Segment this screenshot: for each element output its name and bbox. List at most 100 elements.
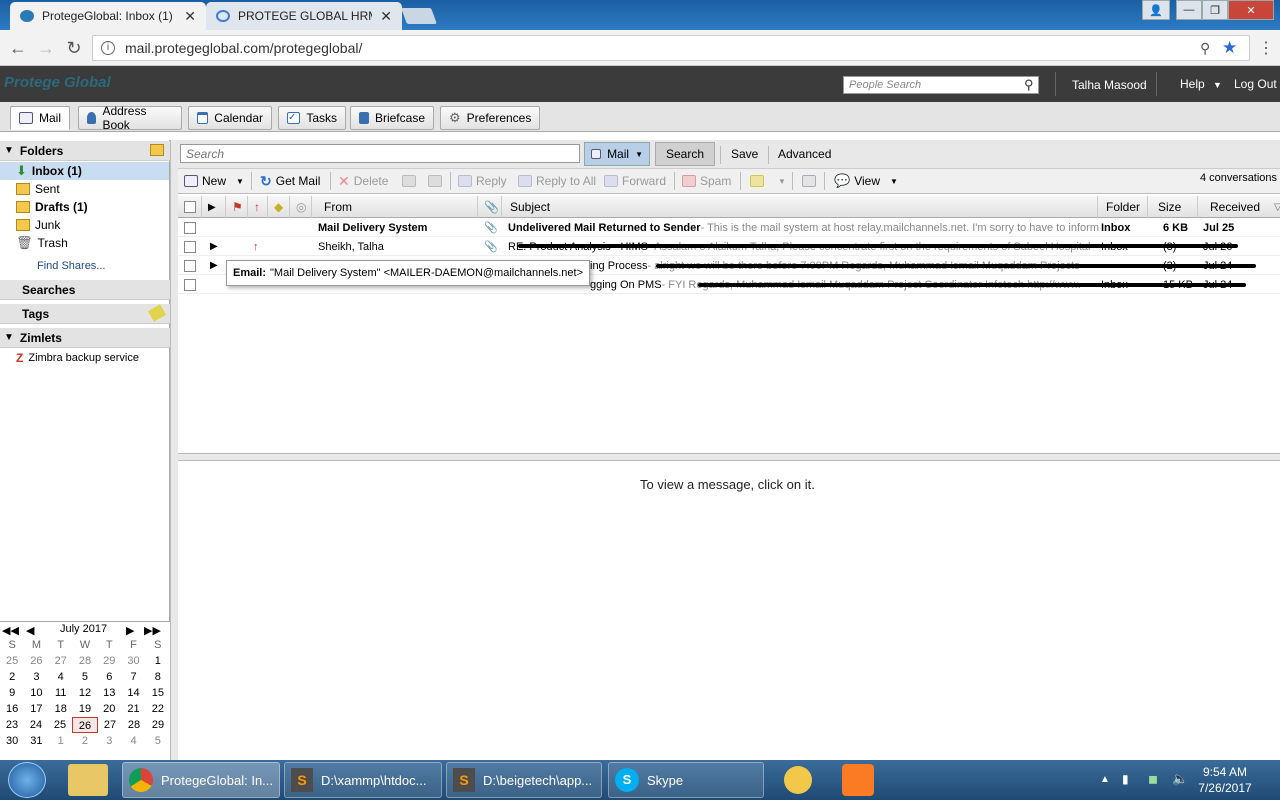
calendar-day[interactable]: 19 bbox=[73, 701, 97, 717]
row-checkbox[interactable] bbox=[184, 259, 196, 272]
calendar-day[interactable]: 3 bbox=[24, 669, 48, 685]
tags-header[interactable]: Tags bbox=[0, 304, 170, 324]
calendar-day[interactable]: 13 bbox=[97, 685, 121, 701]
calendar-day[interactable]: 31 bbox=[24, 733, 48, 749]
expand-triangle-icon[interactable]: ▶ bbox=[210, 237, 222, 256]
new-tag-icon[interactable] bbox=[147, 304, 167, 322]
folder-inbox[interactable]: ⬇ Inbox (1) bbox=[0, 162, 169, 180]
folder-sent[interactable]: Sent bbox=[0, 180, 169, 198]
taskbar-item-chrome[interactable]: ProtegeGlobal: In... bbox=[122, 762, 280, 798]
expand-triangle-icon[interactable]: ▶ bbox=[210, 256, 222, 275]
calendar-day[interactable]: 1 bbox=[49, 733, 73, 749]
collapse-triangle-icon[interactable]: ▼ bbox=[4, 145, 14, 156]
calendar-day[interactable]: 6 bbox=[97, 669, 121, 685]
folder-column-header[interactable]: Folder bbox=[1098, 196, 1148, 218]
taskbar-item-skype[interactable]: S Skype bbox=[608, 762, 764, 798]
bookmark-star-icon[interactable]: ★ bbox=[1222, 38, 1237, 58]
network-icon[interactable]: ◼ bbox=[1148, 772, 1158, 786]
searches-header[interactable]: Searches bbox=[0, 280, 170, 300]
tab-mail[interactable]: Mail bbox=[10, 106, 70, 130]
calendar-day[interactable]: 25 bbox=[0, 653, 24, 669]
calendar-day[interactable]: 29 bbox=[97, 653, 121, 669]
calendar-day[interactable]: 2 bbox=[0, 669, 24, 685]
received-column-header[interactable]: Received ▽ bbox=[1198, 196, 1280, 218]
status-column[interactable]: ◎ bbox=[290, 196, 312, 218]
reload-icon[interactable]: ↻ bbox=[62, 36, 86, 60]
calendar-day[interactable]: 28 bbox=[122, 717, 146, 733]
pane-splitter[interactable] bbox=[170, 140, 178, 760]
calendar-day[interactable]: 26 bbox=[72, 717, 98, 733]
expand-column[interactable]: ▶ bbox=[202, 196, 226, 218]
start-button[interactable] bbox=[8, 762, 46, 798]
find-shares-link[interactable]: Find Shares... bbox=[37, 260, 105, 272]
calendar-day[interactable]: 29 bbox=[146, 717, 170, 733]
flag-column[interactable]: ⚑ bbox=[226, 196, 248, 218]
row-checkbox-cell[interactable] bbox=[184, 218, 200, 237]
address-bar[interactable]: i mail.protegeglobal.com/protegeglobal/ bbox=[92, 35, 1250, 61]
search-input[interactable] bbox=[180, 144, 580, 163]
tag-column[interactable]: ◆ bbox=[268, 196, 290, 218]
tab-briefcase[interactable]: Briefcase bbox=[350, 106, 434, 130]
help-menu[interactable]: Help bbox=[1180, 77, 1205, 91]
folder-trash[interactable]: 🗑 Trash bbox=[0, 234, 169, 252]
delete-button[interactable]: ✕ Delete bbox=[334, 171, 392, 191]
prev-year-icon[interactable]: ◀◀ bbox=[2, 624, 19, 637]
folder-junk[interactable]: Junk bbox=[0, 216, 169, 234]
taskbar-item-sublime-1[interactable]: S D:\xammp\htdoc... bbox=[284, 762, 442, 798]
row-checkbox[interactable] bbox=[184, 221, 196, 234]
forward-arrow-icon[interactable]: → bbox=[34, 36, 58, 60]
chevron-down-icon[interactable]: ▼ bbox=[236, 177, 244, 186]
get-mail-button[interactable]: ↻ Get Mail bbox=[256, 171, 324, 191]
file-explorer-icon[interactable] bbox=[68, 764, 108, 796]
calendar-day[interactable]: 26 bbox=[24, 653, 48, 669]
volume-icon[interactable]: 🔈 bbox=[1172, 771, 1188, 787]
subject-column-header[interactable]: Subject bbox=[502, 196, 1098, 218]
next-month-icon[interactable]: ▶ bbox=[126, 624, 134, 637]
save-search-button[interactable]: Save bbox=[725, 142, 764, 166]
close-icon[interactable]: ✕ bbox=[380, 8, 392, 25]
detach-button[interactable] bbox=[798, 171, 820, 191]
print-button[interactable] bbox=[424, 171, 446, 191]
new-button[interactable]: New ▼ bbox=[180, 171, 248, 191]
table-row[interactable]: Mail Delivery System 📎 Undelivered Mail … bbox=[178, 218, 1280, 237]
spam-button[interactable]: Spam bbox=[678, 171, 735, 191]
attachment-column[interactable]: 📎 bbox=[478, 196, 502, 218]
calendar-day[interactable]: 25 bbox=[48, 717, 72, 733]
tab-calendar[interactable]: Calendar bbox=[188, 106, 272, 130]
calendar-day[interactable]: 30 bbox=[121, 653, 145, 669]
calendar-day[interactable]: 5 bbox=[146, 733, 170, 749]
calendar-day[interactable]: 27 bbox=[49, 653, 73, 669]
row-checkbox[interactable] bbox=[184, 278, 196, 291]
calendar-day[interactable]: 22 bbox=[146, 701, 170, 717]
forward-button[interactable]: Forward bbox=[600, 171, 670, 191]
tab-address-book[interactable]: Address Book bbox=[78, 104, 182, 132]
calendar-day[interactable]: 23 bbox=[0, 717, 24, 733]
reading-pane-splitter[interactable] bbox=[178, 453, 1280, 461]
calendar-day[interactable]: 12 bbox=[73, 685, 97, 701]
advanced-search-button[interactable]: Advanced bbox=[772, 142, 837, 166]
folders-header[interactable]: ▼ Folders bbox=[0, 141, 170, 161]
calendar-day[interactable]: 20 bbox=[97, 701, 121, 717]
calendar-day[interactable]: 11 bbox=[49, 685, 73, 701]
calendar-month-title[interactable]: July 2017 bbox=[60, 623, 107, 635]
signal-icon[interactable]: ▮ bbox=[1122, 772, 1129, 786]
tab-tasks[interactable]: ✓ Tasks bbox=[278, 106, 346, 130]
zimlet-backup[interactable]: Z Zimbra backup service bbox=[0, 349, 169, 367]
calendar-day[interactable]: 7 bbox=[121, 669, 145, 685]
menu-icon[interactable]: ⋮ bbox=[1258, 38, 1274, 58]
move-button[interactable] bbox=[398, 171, 420, 191]
calendar-day[interactable]: 8 bbox=[146, 669, 170, 685]
view-button[interactable]: 💬 View ▼ bbox=[830, 171, 902, 191]
calendar-day[interactable]: 17 bbox=[24, 701, 48, 717]
calendar-day[interactable]: 14 bbox=[121, 685, 145, 701]
calendar-day[interactable]: 18 bbox=[49, 701, 73, 717]
new-tab-button[interactable] bbox=[401, 8, 437, 24]
close-icon[interactable]: ✕ bbox=[184, 8, 196, 25]
calendar-day[interactable]: 3 bbox=[97, 733, 121, 749]
table-row[interactable]: ▶ ↑ Sheikh, Talha 📎 RE: Product Analysis… bbox=[178, 237, 1280, 256]
tab-preferences[interactable]: ⚙ Preferences bbox=[440, 106, 540, 130]
tray-expand-icon[interactable]: ▲ bbox=[1100, 774, 1110, 785]
pin-icon[interactable]: ⚲ bbox=[1200, 40, 1210, 57]
prev-month-icon[interactable]: ◀ bbox=[26, 624, 34, 637]
from-column-header[interactable]: From bbox=[312, 196, 478, 218]
